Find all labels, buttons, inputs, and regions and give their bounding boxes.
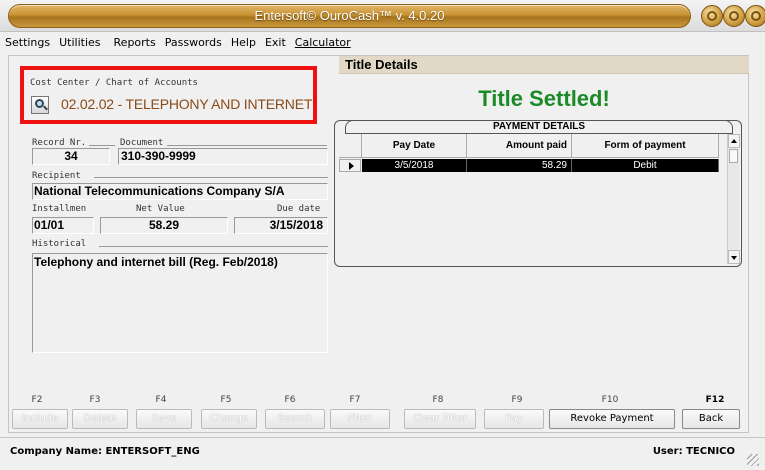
include-button[interactable]: Include [12,409,68,429]
installment-label: Installmen [32,204,87,214]
fkey-label-f6: F6 [284,395,296,405]
fkey-label-f9: F9 [511,395,523,405]
close-button[interactable] [745,5,765,27]
fkey-label-f5: F5 [220,395,232,405]
pay-button[interactable]: Pay [484,409,544,429]
company-name: Company Name: ENTERSOFT_ENG [10,446,200,457]
due-date-field[interactable]: 3/15/2018 [234,217,328,234]
payment-details-title: PAYMENT DETAILS [345,120,733,134]
col-header-pay-date[interactable]: Pay Date [362,134,467,158]
historical-textarea[interactable]: Telephony and internet bill (Reg. Feb/20… [32,253,328,353]
separator [94,177,328,178]
main-panel: Cost Center / Chart of Accounts 02.02.02… [8,55,749,433]
table-row-amount-paid[interactable]: 58.29 [467,159,572,172]
separator [167,145,327,146]
fkey-label-f8: F8 [432,395,444,405]
menu-reports[interactable]: Reports [105,33,160,49]
cost-center-value: 02.02.02 - TELEPHONY AND INTERNET [61,96,313,112]
revoke-payment-button[interactable]: Revoke Payment [549,409,675,429]
function-key-bar: F2 F3 F4 F5 F6 F7 F8 F9 F10 F12 Include … [8,395,749,433]
minimize-button[interactable] [701,5,723,27]
search-button[interactable]: Search [265,409,325,429]
fkey-label-f2: F2 [31,395,43,405]
separator [99,246,328,247]
payment-details-box: PAYMENT DETAILS Pay Date Amount paid For… [334,120,742,267]
table-row-pay-date[interactable]: 3/5/2018 [362,159,467,172]
document-field[interactable]: 310-390-9999 [118,148,328,165]
net-value-field[interactable]: 58.29 [100,217,228,234]
user-name: User: TECNICO [652,446,735,457]
fkey-label-f12: F12 [705,395,725,405]
delete-button[interactable]: Delete [72,409,128,429]
maximize-icon [729,11,739,21]
recipient-label: Recipient [32,171,81,181]
fkey-label-f3: F3 [89,395,101,405]
maximize-button[interactable] [723,5,745,27]
title-status: Title Settled! [478,86,610,111]
table-row-form-of-payment[interactable]: Debit [572,159,719,172]
clear-filter-button[interactable]: Clear Filter [404,409,476,429]
col-header-amount-paid[interactable]: Amount paid [467,134,572,158]
arrow-down-icon [731,256,737,260]
back-button[interactable]: Back [682,409,740,429]
scroll-thumb[interactable] [729,149,738,163]
close-icon [751,11,761,21]
save-button[interactable]: Save [136,409,192,429]
due-date-label: Due date [277,204,321,214]
resize-grip-icon[interactable] [747,454,759,466]
separator [89,145,115,146]
cost-center-label: Cost Center / Chart of Accounts [30,78,198,88]
title-bar[interactable]: Entersoft© OuroCash™ v. 4.0.20 [0,0,765,32]
record-nr-field[interactable]: 34 [32,148,110,165]
filter-button[interactable]: Filter [330,409,390,429]
grid-corner [339,134,362,158]
net-value-label: Net Value [136,204,185,214]
title-pill: Entersoft© OuroCash™ v. 4.0.20 [8,4,691,28]
document-label: Document [120,138,164,148]
cost-center-box: Cost Center / Chart of Accounts 02.02.02… [20,66,317,124]
magnifier-icon[interactable] [31,96,49,114]
window-title: Entersoft© OuroCash™ v. 4.0.20 [254,8,445,23]
title-details-heading: Title Details [345,57,418,72]
fkey-label-f7: F7 [349,395,361,405]
menu-utilities[interactable]: Utilities [54,33,104,49]
menu-help[interactable]: Help [226,33,260,49]
payment-grid: Pay Date Amount paid Form of payment 3/5… [339,134,719,174]
scroll-down-button[interactable] [728,250,740,264]
minimize-icon [707,11,717,21]
row-pointer-icon [349,162,354,170]
title-details-header: Title Details [339,56,749,74]
change-button[interactable]: Change [201,409,257,429]
menu-passwords[interactable]: Passwords [160,33,226,49]
scroll-up-button[interactable] [728,134,740,148]
payment-scrollbar[interactable] [727,134,740,264]
menu-bar: Settings Utilities Reports Passwords Help Exi… [0,33,765,53]
recipient-field[interactable]: National Telecommunications Company S/A [32,183,328,200]
row-indicator[interactable] [339,159,361,172]
fkey-label-f4: F4 [155,395,167,405]
menu-exit[interactable]: Exit [260,33,290,49]
fkey-label-f10: F10 [601,395,619,405]
menu-settings[interactable]: Settings [0,33,54,49]
menu-calculator[interactable]: Calculator [290,33,355,49]
record-nr-label: Record Nr. [32,138,87,148]
col-header-form-of-payment[interactable]: Form of payment [572,134,719,158]
status-bar: Company Name: ENTERSOFT_ENG User: TECNIC… [0,437,765,470]
historical-label: Historical [32,239,87,249]
app-window: Entersoft© OuroCash™ v. 4.0.20 Settings U… [0,0,765,470]
arrow-up-icon [731,139,737,143]
installment-field[interactable]: 01/01 [32,217,94,234]
